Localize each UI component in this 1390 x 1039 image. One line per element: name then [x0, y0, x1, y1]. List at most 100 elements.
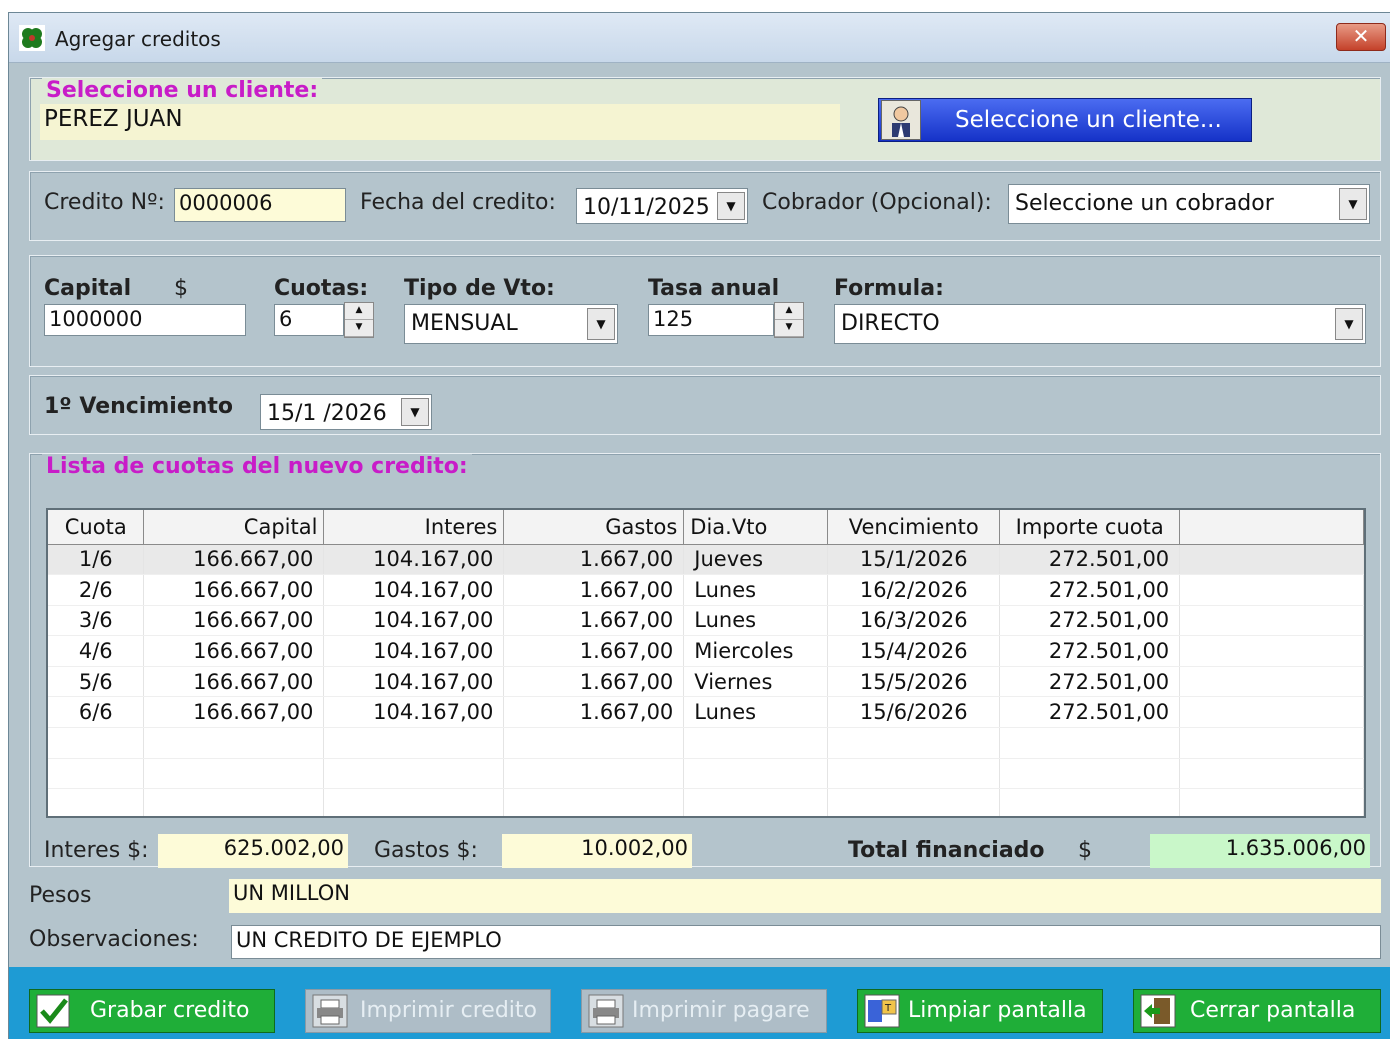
- table-row[interactable]: 3/6 166.667,00 104.167,00 1.667,00 Lunes…: [48, 605, 1364, 637]
- col-header-capital[interactable]: Capital: [143, 510, 325, 545]
- cell-interes: 104.167,00: [323, 574, 505, 606]
- formula-select[interactable]: DIRECTO ▼: [834, 304, 1366, 344]
- cell-dia-vto: Lunes: [683, 605, 829, 637]
- chevron-down-icon[interactable]: ▼: [587, 308, 615, 340]
- save-credit-button[interactable]: Grabar credito: [29, 989, 275, 1033]
- total-financed-currency: $: [1078, 838, 1092, 863]
- col-header-empty: [1179, 510, 1364, 545]
- cell-empty: [1179, 696, 1364, 729]
- select-client-button[interactable]: Seleccione un cliente...: [878, 98, 1252, 142]
- cell-capital: 166.667,00: [143, 666, 325, 698]
- chevron-down-icon[interactable]: ▼: [401, 398, 429, 426]
- col-header-vencimiento[interactable]: Vencimiento: [827, 510, 1001, 545]
- col-header-gastos[interactable]: Gastos: [503, 510, 685, 545]
- terms-panel: Capital $ 1000000 Cuotas: 6 ▲ ▼ Tipo de …: [29, 255, 1381, 367]
- print-credit-label: Imprimir credito: [360, 998, 537, 1023]
- save-credit-label: Grabar credito: [90, 998, 250, 1023]
- table-row[interactable]: 5/6 166.667,00 104.167,00 1.667,00 Viern…: [48, 666, 1364, 698]
- cell-vencimiento: 15/5/2026: [827, 666, 1001, 698]
- col-header-importe[interactable]: Importe cuota: [999, 510, 1181, 545]
- clear-form-icon: T: [864, 994, 900, 1028]
- select-client-label: Seleccione un cliente...: [955, 107, 1222, 133]
- cell-empty: [1179, 605, 1364, 637]
- cell-dia-vto: Lunes: [683, 574, 829, 606]
- capital-currency-label: $: [174, 276, 188, 301]
- spin-up-icon[interactable]: ▲: [775, 303, 803, 320]
- cell-importe: 272.501,00: [999, 544, 1181, 576]
- print-credit-button[interactable]: Imprimir credito: [305, 989, 551, 1033]
- cell-cuota: 5/6: [48, 666, 145, 698]
- cell-cuota: 3/6: [48, 605, 145, 637]
- person-icon: [881, 100, 921, 140]
- table-row[interactable]: 6/6 166.667,00 104.167,00 1.667,00 Lunes…: [48, 696, 1364, 729]
- cell-vencimiento: 15/1/2026: [827, 544, 1001, 576]
- col-header-interes[interactable]: Interes: [323, 510, 505, 545]
- table-row[interactable]: 4/6 166.667,00 104.167,00 1.667,00 Mierc…: [48, 635, 1364, 667]
- cell-capital: 166.667,00: [143, 605, 325, 637]
- credit-number-field[interactable]: 0000006: [174, 188, 346, 222]
- close-window-button[interactable]: ✕: [1336, 23, 1386, 51]
- cell-capital: 166.667,00: [143, 635, 325, 667]
- cell-cuota: 1/6: [48, 544, 145, 576]
- tasa-stepper[interactable]: ▲ ▼: [774, 302, 804, 338]
- table-row[interactable]: 1/6 166.667,00 104.167,00 1.667,00 Jueve…: [48, 544, 1364, 576]
- spin-down-icon[interactable]: ▼: [345, 320, 373, 337]
- installments-grid[interactable]: Cuota Capital Interes Gastos Dia.Vto Ven…: [46, 508, 1366, 818]
- tipo-vto-value: MENSUAL: [411, 311, 518, 336]
- cell-importe: 272.501,00: [999, 635, 1181, 667]
- total-gastos-label: Gastos $:: [374, 838, 478, 863]
- first-due-date-value: 15/1 /2026: [267, 401, 387, 426]
- cell-interes: 104.167,00: [323, 635, 505, 667]
- formula-label: Formula:: [834, 276, 944, 301]
- printer-icon: [588, 994, 624, 1028]
- collector-value: Seleccione un cobrador: [1015, 191, 1274, 216]
- client-legend: Seleccione un cliente:: [42, 78, 323, 104]
- credit-date-picker[interactable]: 10/11/2025 ▼: [576, 188, 748, 224]
- cell-cuota: 4/6: [48, 635, 145, 667]
- checkmark-icon: [36, 994, 72, 1028]
- cell-empty: [1179, 635, 1364, 667]
- installments-panel: Lista de cuotas del nuevo credito: Cuota…: [29, 453, 1381, 868]
- cuotas-input[interactable]: 6: [274, 304, 344, 336]
- print-note-button[interactable]: Imprimir pagare: [581, 989, 827, 1033]
- close-screen-button[interactable]: Cerrar pantalla: [1133, 989, 1381, 1033]
- action-bar: Grabar credito Imprimir credito Imprimir…: [9, 967, 1390, 1039]
- spin-up-icon[interactable]: ▲: [345, 303, 373, 320]
- tipo-vto-select[interactable]: MENSUAL ▼: [404, 304, 618, 344]
- cell-gastos: 1.667,00: [503, 544, 685, 576]
- total-financed-label: Total financiado: [848, 838, 1045, 863]
- col-header-cuota[interactable]: Cuota: [48, 510, 145, 545]
- spin-down-icon[interactable]: ▼: [775, 320, 803, 337]
- observations-label: Observaciones:: [29, 927, 199, 952]
- observations-input[interactable]: UN CREDITO DE EJEMPLO: [231, 925, 1381, 959]
- svg-text:T: T: [884, 1003, 892, 1014]
- formula-value: DIRECTO: [841, 311, 940, 336]
- table-row[interactable]: 2/6 166.667,00 104.167,00 1.667,00 Lunes…: [48, 574, 1364, 606]
- grid-header-row: Cuota Capital Interes Gastos Dia.Vto Ven…: [48, 510, 1364, 545]
- cell-interes: 104.167,00: [323, 666, 505, 698]
- collector-select[interactable]: Seleccione un cobrador ▼: [1008, 184, 1370, 224]
- cell-dia-vto: Lunes: [683, 696, 829, 729]
- tasa-anual-input[interactable]: 125: [648, 304, 774, 336]
- empty-row: [48, 758, 1364, 790]
- cell-empty: [1179, 666, 1364, 698]
- exit-door-icon: [1140, 994, 1176, 1028]
- empty-row: [48, 727, 1364, 759]
- first-due-panel: 1º Vencimiento 15/1 /2026 ▼: [29, 375, 1381, 435]
- col-header-dia-vto[interactable]: Dia.Vto: [683, 510, 829, 545]
- cell-importe: 272.501,00: [999, 605, 1181, 637]
- credit-date-value: 10/11/2025: [583, 195, 710, 220]
- capital-input[interactable]: 1000000: [44, 304, 246, 336]
- cell-gastos: 1.667,00: [503, 635, 685, 667]
- cell-vencimiento: 15/6/2026: [827, 696, 1001, 729]
- clear-screen-button[interactable]: T Limpiar pantalla: [857, 989, 1103, 1033]
- cuotas-stepper[interactable]: ▲ ▼: [344, 302, 374, 338]
- chevron-down-icon[interactable]: ▼: [1335, 308, 1363, 340]
- cell-empty: [1179, 544, 1364, 576]
- first-due-date-picker[interactable]: 15/1 /2026 ▼: [260, 394, 432, 430]
- cell-capital: 166.667,00: [143, 696, 325, 729]
- cell-interes: 104.167,00: [323, 605, 505, 637]
- chevron-down-icon[interactable]: ▼: [1339, 188, 1367, 220]
- pesos-label: Pesos: [29, 883, 92, 908]
- chevron-down-icon[interactable]: ▼: [717, 192, 745, 220]
